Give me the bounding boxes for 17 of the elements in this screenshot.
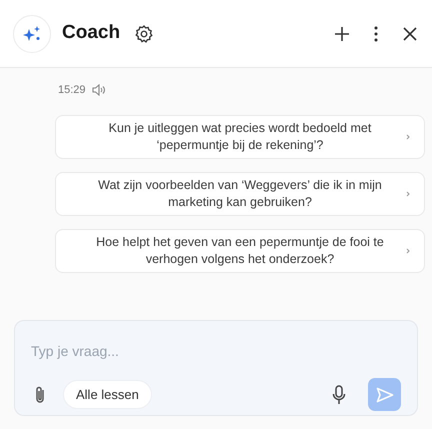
chevron-icon xyxy=(406,190,410,196)
scope-chip[interactable]: Alle lessen xyxy=(63,380,152,409)
window-title: Coach xyxy=(62,21,120,46)
microphone-icon[interactable] xyxy=(332,384,346,404)
settings-icon[interactable] xyxy=(134,24,154,44)
chevron-icon xyxy=(406,134,410,140)
suggestion-button[interactable]: Hoe helpt het geven van een pepermuntje de fooi te verhogen volgens het onderzoek? xyxy=(55,228,425,272)
add-icon[interactable] xyxy=(333,24,351,42)
close-icon[interactable] xyxy=(401,24,419,42)
chevron-icon xyxy=(406,248,410,254)
suggestion-button[interactable]: Wat zijn voorbeelden van ‘Weggevers’ die ik in mijn marketing kan gebruiken? xyxy=(55,172,425,216)
suggestion-button[interactable]: Kun je uitleggen wat precies wordt bedoeld met ‘pepermuntje bij de rekening’? xyxy=(55,114,425,158)
speaker-icon[interactable] xyxy=(92,84,106,96)
message-time: 15:29 xyxy=(58,83,86,98)
question-input[interactable]: Typ je vraag... xyxy=(31,341,331,362)
send-icon xyxy=(376,386,394,402)
sparkle-avatar-icon xyxy=(13,14,51,52)
